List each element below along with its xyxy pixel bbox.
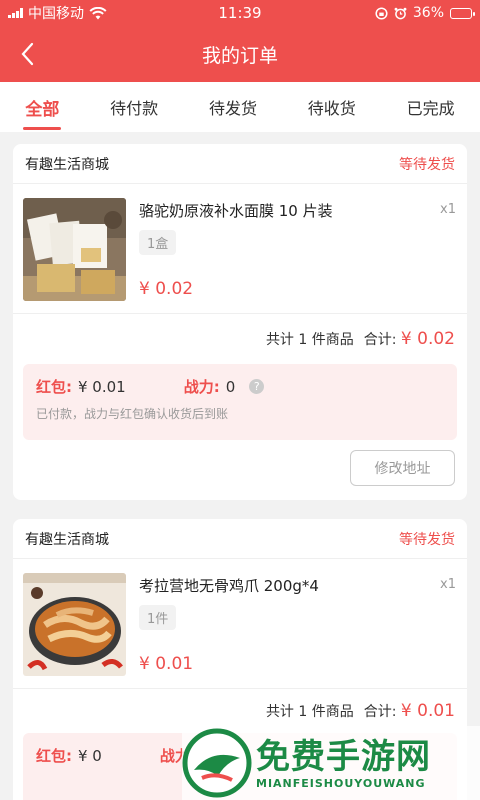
redpacket-label: 红包: <box>36 378 72 396</box>
tab-completed[interactable]: 已完成 <box>403 83 459 131</box>
product-name: 骆驼奶原液补水面膜 10 片装 <box>139 202 333 220</box>
product-row[interactable]: 考拉营地无骨鸡爪 200g*4 1件 ¥ 0.01 x1 <box>13 559 467 689</box>
total-amount: ¥ 0.02 <box>400 329 455 349</box>
order-status: 等待发货 <box>399 531 455 548</box>
total-label: 合计: <box>363 704 397 720</box>
tab-pending-shipment[interactable]: 待发货 <box>205 83 261 131</box>
total-wrap: 合计: ¥ 0.01 <box>364 701 455 721</box>
reward-box: 红包: ¥ 0.01 战力: 0 ? 已付款，战力与红包确认收货后到账 <box>23 364 457 440</box>
order-header: 有趣生活商城 等待发货 <box>13 519 467 559</box>
power-label: 战力: <box>183 378 220 396</box>
watermark-title: 免费手游网 <box>256 736 431 777</box>
redpacket-value: ¥ 0.01 <box>78 377 126 396</box>
total-label: 合计: <box>363 332 397 348</box>
product-qty: x1 <box>440 202 456 217</box>
help-icon[interactable]: ? <box>249 379 265 394</box>
order-status: 等待发货 <box>399 156 455 173</box>
product-qty: x1 <box>440 577 456 592</box>
watermark-logo-icon <box>182 728 252 798</box>
modify-address-button[interactable]: 修改地址 <box>350 450 455 486</box>
watermark-subtitle: MIANFEISHOUYOUWANG <box>256 776 426 790</box>
order-header: 有趣生活商城 等待发货 <box>13 144 467 184</box>
product-spec: 1盒 <box>139 230 177 255</box>
watermark: 免费手游网 MIANFEISHOUYOUWANG <box>182 726 480 800</box>
product-info: 考拉营地无骨鸡爪 200g*4 1件 ¥ 0.01 <box>139 573 457 674</box>
product-spec: 1件 <box>139 605 177 630</box>
total-amount: ¥ 0.01 <box>400 701 455 721</box>
order-summary: 共计 1 件商品 合计: ¥ 0.02 <box>13 314 467 364</box>
tab-all[interactable]: 全部 <box>21 83 63 132</box>
back-arrow-icon[interactable] <box>16 40 40 68</box>
reward-row: 红包: ¥ 0.01 战力: 0 ? <box>36 376 444 397</box>
item-count: 共计 1 件商品 <box>265 332 354 348</box>
nav-bar: 我的订单 <box>0 26 480 82</box>
power-value: 0 <box>225 377 236 396</box>
reward-note: 已付款，战力与红包确认收货后到账 <box>36 407 229 421</box>
tab-pending-payment[interactable]: 待付款 <box>106 83 162 131</box>
product-image <box>23 573 126 676</box>
app-header: 中国移动 11:39 36% 我的订单 <box>0 0 480 82</box>
order-actions: 修改地址 <box>13 440 467 496</box>
shop-name: 有趣生活商城 <box>25 531 109 548</box>
product-image <box>23 198 126 301</box>
page-title: 我的订单 <box>201 44 278 67</box>
product-name: 考拉营地无骨鸡爪 200g*4 <box>139 577 319 595</box>
shop-name: 有趣生活商城 <box>25 156 109 173</box>
redpacket-value: ¥ 0 <box>78 746 102 765</box>
order-card[interactable]: 有趣生活商城 等待发货 骆驼奶原液补水面膜 10 片装 1盒 ¥ 0.02 x1 <box>13 144 467 500</box>
redpacket-label: 红包: <box>36 747 72 765</box>
product-price: ¥ 0.01 <box>139 654 194 674</box>
watermark-text: 免费手游网 MIANFEISHOUYOUWANG <box>256 737 431 790</box>
tab-pending-receipt[interactable]: 待收货 <box>304 83 360 131</box>
product-info: 骆驼奶原液补水面膜 10 片装 1盒 ¥ 0.02 <box>139 198 457 299</box>
status-bar: 中国移动 11:39 36% <box>0 0 480 26</box>
order-tabs: 全部 待付款 待发货 待收货 已完成 <box>0 82 480 132</box>
product-row[interactable]: 骆驼奶原液补水面膜 10 片装 1盒 ¥ 0.02 x1 <box>13 184 467 314</box>
status-time: 11:39 <box>218 4 262 22</box>
product-price: ¥ 0.02 <box>139 279 194 299</box>
battery-icon <box>450 7 475 19</box>
total-wrap: 合计: ¥ 0.02 <box>364 329 455 349</box>
item-count: 共计 1 件商品 <box>265 704 354 720</box>
